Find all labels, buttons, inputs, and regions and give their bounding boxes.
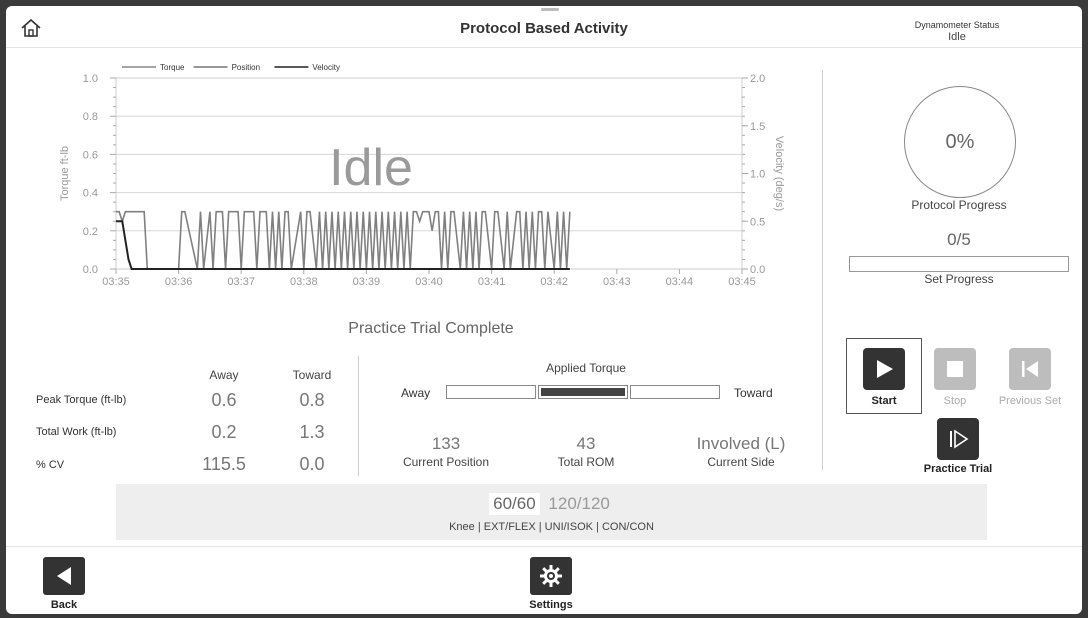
applied-torque-away-label: Away (401, 386, 431, 400)
settings-button[interactable] (530, 557, 572, 595)
back-button[interactable] (43, 557, 85, 595)
y-tick-label: 0.0 (83, 264, 98, 276)
y-tick-label: 0.4 (83, 188, 98, 200)
metrics-table: Away Toward Peak Torque (ft-lb) 0.6 0.8 … (36, 362, 346, 482)
current-position-label: Current Position (402, 455, 490, 469)
applied-torque-away-bar (446, 385, 536, 399)
applied-torque-center-fill (541, 388, 625, 396)
x-tick-label: 03:39 (353, 276, 381, 288)
stop-button[interactable] (934, 348, 976, 390)
speed-panel: 60/60 120/120 Knee | EXT/FLEX | UNI/ISOK… (116, 484, 987, 540)
legend-label-position: Position (232, 63, 260, 72)
y-tick-label: 0.8 (83, 111, 98, 123)
metric-label: % CV (36, 459, 65, 471)
activity-chart: 0.0 0.2 0.4 0.6 0.8 1.0 0.0 0.5 1.0 1.5 2.0 03:35 03… (46, 52, 786, 302)
current-position-value: 133 (431, 434, 461, 453)
set-progress-label: Set Progress (924, 272, 994, 286)
speed-option-active[interactable]: 60/60 (489, 493, 540, 515)
chart-svg: 0.0 0.2 0.4 0.6 0.8 1.0 0.0 0.5 1.0 1.5 2.0 03:35 03… (59, 63, 785, 288)
metrics-col-toward: Toward (292, 368, 332, 382)
start-button[interactable] (863, 348, 905, 390)
metric-away-value: 0.6 (211, 390, 237, 410)
applied-torque-center-bar (538, 385, 628, 399)
play-icon (877, 360, 893, 378)
x-tick-label: 03:41 (478, 276, 506, 288)
y-tick-label: 1.0 (83, 73, 98, 85)
metric-toward-value: 1.3 (299, 422, 325, 442)
dynamometer-status-value: Idle (948, 31, 966, 43)
y2-tick-label: 0.0 (750, 264, 765, 276)
start-label: Start (871, 395, 897, 407)
metric-away-value: 115.5 (202, 454, 246, 474)
practice-play-icon (950, 429, 969, 449)
footer: Back Settings (6, 546, 1082, 614)
current-side-value: Involved (L) (696, 434, 786, 453)
applied-torque-toward-label: Toward (734, 386, 773, 400)
y-tick-label: 0.2 (83, 226, 98, 238)
metric-toward-value: 0.0 (299, 454, 325, 474)
app-window: Protocol Based Activity Dynamometer Stat… (6, 6, 1082, 614)
legend-label-velocity: Velocity (312, 63, 340, 72)
y2-tick-label: 1.5 (750, 121, 765, 133)
previous-set-label: Previous Set (998, 395, 1062, 407)
chart-overlay-text: Idle (329, 139, 413, 197)
metric-toward-value: 0.8 (299, 390, 325, 410)
current-position: 133 Current Position (386, 434, 506, 469)
total-rom-value: 43 (576, 434, 596, 453)
stop-label: Stop (943, 395, 967, 407)
protocol-progress-percent: 0% (945, 130, 975, 153)
y2-tick-label: 2.0 (750, 73, 765, 85)
trial-status: Practice Trial Complete (348, 320, 514, 337)
total-rom: 43 Total ROM (536, 434, 636, 469)
set-progress-count: 0/5 (947, 230, 971, 249)
x-tick-label: 03:43 (603, 276, 631, 288)
x-tick-label: 03:35 (102, 276, 130, 288)
total-rom-label: Total ROM (557, 455, 615, 469)
y2-tick-label: 1.0 (750, 169, 765, 181)
y2-axis-label: Velocity (deg/s) (773, 136, 785, 211)
back-label: Back (50, 599, 78, 611)
practice-trial-button[interactable] (937, 418, 979, 460)
stop-icon (947, 361, 963, 377)
x-tick-label: 03:40 (415, 276, 443, 288)
x-tick-label: 03:42 (540, 276, 568, 288)
metric-label: Peak Torque (ft-lb) (36, 394, 127, 406)
y-axis-label: Torque ft-lb (59, 146, 71, 201)
protocol-progress-circle: 0% (904, 86, 1016, 198)
metric-label: Total Work (ft-lb) (36, 426, 117, 438)
y2-tick-label: 0.5 (750, 216, 765, 228)
previous-set-button[interactable] (1009, 348, 1051, 390)
practice-trial-label: Practice Trial (923, 463, 993, 475)
plot-frame (115, 77, 743, 270)
dynamometer-status: Dynamometer Status Idle (892, 20, 1022, 43)
current-side: Involved (L) Current Side (676, 434, 806, 469)
legend-label-torque: Torque (160, 63, 185, 72)
x-tick-label: 03:44 (666, 276, 694, 288)
settings-label: Settings (529, 599, 573, 611)
series-line-torque (116, 210, 571, 270)
protocol-config: Knee | EXT/FLEX | UNI/ISOK | CON/CON (449, 521, 654, 533)
dynamometer-status-label: Dynamometer Status (914, 20, 1000, 30)
protocol-progress-label: Protocol Progress (911, 198, 1007, 212)
y-tick-label: 0.6 (83, 149, 98, 161)
applied-torque-toward-bar (630, 385, 720, 399)
speed-option[interactable]: 120/120 (544, 493, 613, 515)
speed-selector: 60/60 120/120 (116, 493, 987, 515)
x-tick-label: 03:36 (165, 276, 193, 288)
current-side-label: Current Side (707, 455, 775, 469)
x-tick-label: 03:45 (728, 276, 756, 288)
gear-icon (540, 565, 562, 587)
metrics-divider (358, 356, 359, 476)
x-tick-label: 03:37 (227, 276, 255, 288)
set-progress-bar (849, 256, 1069, 272)
applied-torque-title: Applied Torque (546, 361, 626, 375)
back-arrow-icon (57, 567, 71, 585)
skip-back-icon (1022, 361, 1038, 377)
right-divider (822, 70, 823, 470)
header: Protocol Based Activity Dynamometer Stat… (6, 6, 1082, 48)
x-tick-label: 03:38 (290, 276, 318, 288)
metric-away-value: 0.2 (211, 422, 237, 442)
metrics-col-away: Away (209, 368, 239, 382)
